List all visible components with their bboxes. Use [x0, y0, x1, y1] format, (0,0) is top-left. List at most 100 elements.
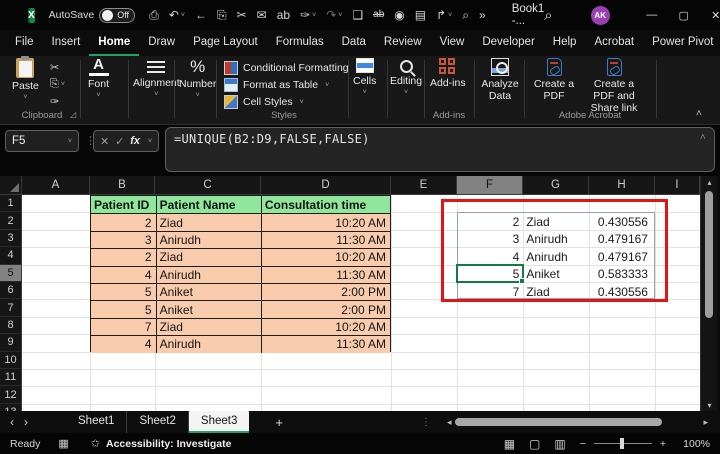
select-all-corner[interactable]	[0, 176, 22, 195]
alignment-menu-button[interactable]: Alignment ˅	[133, 58, 180, 98]
cell[interactable]: 7	[91, 318, 156, 335]
row-header-11[interactable]: 11	[0, 369, 22, 386]
zoom-slider[interactable]	[594, 438, 652, 449]
close-button[interactable]: ✕	[700, 0, 720, 30]
scroll-left-icon[interactable]: ◂	[443, 417, 456, 428]
column-header-I[interactable]: I	[655, 176, 700, 195]
editing-menu-button[interactable]: Editing ˅	[390, 58, 422, 96]
cell[interactable]: 10:20 AM	[261, 213, 390, 230]
cell[interactable]: 5	[91, 283, 156, 300]
table-row[interactable]: 2Ziad10:20 AM	[91, 248, 390, 265]
cell[interactable]: 4	[91, 266, 156, 283]
column-header-A[interactable]: A	[22, 176, 90, 195]
cell[interactable]: Ziad	[156, 213, 261, 230]
cell[interactable]: Ziad	[156, 318, 261, 335]
cell[interactable]: 11:30 AM	[261, 266, 390, 283]
splitter-grip-icon[interactable]: ⋮	[421, 417, 431, 428]
sheet-tab-sheet3[interactable]: Sheet3	[189, 411, 249, 433]
new-file-icon[interactable]: ❏	[348, 7, 367, 23]
row-header-9[interactable]: 9	[0, 334, 22, 351]
zoom-out-button[interactable]: −	[580, 438, 586, 450]
redo-icon[interactable]: ↷˅	[322, 7, 346, 23]
collapse-formula-bar-icon[interactable]: ˄	[700, 132, 706, 143]
prev-sheet-icon[interactable]: ‹	[0, 415, 24, 429]
autosave-switch[interactable]: Off	[99, 8, 135, 23]
next-sheet-icon[interactable]: ›	[24, 415, 38, 429]
row-header-5[interactable]: 5	[0, 265, 22, 282]
create-pdf-share-button[interactable]: Create a PDF and Share link	[582, 58, 646, 114]
minimize-button[interactable]: —	[636, 0, 668, 30]
find-replace-icon[interactable]: ab	[273, 7, 294, 23]
search-icon[interactable]: ⌕	[544, 7, 552, 24]
table-header-row[interactable]: Patient IDPatient NameConsultation time	[91, 196, 390, 213]
tab-review[interactable]: Review	[375, 31, 431, 56]
cell[interactable]: Patient ID	[91, 196, 156, 213]
zoom-slider-handle[interactable]	[620, 438, 624, 449]
cancel-icon[interactable]: ✕	[100, 135, 109, 148]
column-header-G[interactable]: G	[523, 176, 589, 195]
row-header-2[interactable]: 2	[0, 212, 22, 229]
column-header-D[interactable]: D	[261, 176, 391, 195]
add-ins-button[interactable]: Add-ins	[430, 58, 466, 89]
export-icon[interactable]: ↱˅	[432, 7, 456, 23]
collapse-ribbon-icon[interactable]: ˄	[696, 108, 702, 119]
paste-button[interactable]: Paste ˅	[12, 58, 39, 101]
sheet-tab-sheet2[interactable]: Sheet2	[127, 411, 188, 433]
cell[interactable]: Aniket	[156, 300, 261, 317]
cut-icon[interactable]: ✂	[233, 7, 251, 23]
table-row[interactable]: 5Aniket2:00 PM	[91, 283, 390, 300]
more-commands-icon[interactable]: »	[475, 7, 490, 23]
table-row[interactable]: 4Anirudh11:30 AM	[91, 266, 390, 283]
cells-menu-button[interactable]: Cells ˅	[353, 58, 376, 96]
tab-draw[interactable]: Draw	[139, 31, 184, 56]
row-header-8[interactable]: 8	[0, 317, 22, 334]
copy-button[interactable]: ⎘˅	[50, 78, 65, 91]
scroll-down-icon[interactable]: ▾	[701, 401, 718, 410]
tab-developer[interactable]: Developer	[473, 31, 543, 56]
row-header-7[interactable]: 7	[0, 299, 22, 316]
cell[interactable]: Anirudh	[156, 231, 261, 248]
number-menu-button[interactable]: % Number ˅	[179, 58, 216, 99]
format-as-table-button[interactable]: Format as Table ˅	[224, 78, 360, 92]
cell[interactable]: Anirudh	[156, 335, 261, 352]
font-menu-button[interactable]: A Font ˅	[88, 58, 109, 99]
row-header-3[interactable]: 3	[0, 230, 22, 247]
new-sheet-button[interactable]: +	[263, 413, 295, 432]
sheet-tab-sheet1[interactable]: Sheet1	[66, 411, 127, 433]
accessibility-status[interactable]: Accessibility: Investigate	[106, 438, 231, 450]
tab-insert[interactable]: Insert	[43, 31, 90, 56]
table-row[interactable]: 4Anirudh11:30 AM	[91, 335, 390, 352]
tab-acrobat[interactable]: Acrobat	[585, 31, 643, 56]
tab-help[interactable]: Help	[544, 31, 586, 56]
table-row[interactable]: 3Anirudh11:30 AM	[91, 231, 390, 248]
scroll-up-icon[interactable]: ▴	[701, 178, 718, 187]
page-break-view-button[interactable]: ▥	[554, 437, 565, 451]
enter-icon[interactable]: ✓	[115, 135, 124, 148]
row-header-13[interactable]: 13	[0, 404, 22, 411]
table-row[interactable]: 2Ziad10:20 AM	[91, 213, 390, 230]
row-header-12[interactable]: 12	[0, 386, 22, 403]
tab-file[interactable]: File	[6, 31, 43, 56]
cell[interactable]: 2:00 PM	[261, 283, 390, 300]
format-painter-button[interactable]: ✑	[50, 95, 65, 108]
patient-table[interactable]: Patient IDPatient NameConsultation time2…	[90, 195, 391, 352]
column-header-H[interactable]: H	[589, 176, 655, 195]
avatar[interactable]: AK	[591, 6, 610, 25]
tab-formulas[interactable]: Formulas	[267, 31, 333, 56]
vertical-scroll-thumb[interactable]	[705, 191, 713, 318]
cell[interactable]: 11:30 AM	[261, 335, 390, 352]
cell[interactable]: 10:20 AM	[261, 248, 390, 265]
cell[interactable]: 10:20 AM	[261, 318, 390, 335]
tab-home[interactable]: Home	[89, 31, 139, 56]
page-layout-view-button[interactable]: ▢	[529, 437, 540, 451]
insert-function-icon[interactable]: fx	[130, 135, 140, 147]
row-header-6[interactable]: 6	[0, 282, 22, 299]
horizontal-scroll-thumb[interactable]	[455, 418, 662, 426]
view-certificate-icon[interactable]: ▤	[411, 7, 430, 23]
dialog-launcher-icon[interactable]: ◿	[70, 110, 76, 119]
column-header-F[interactable]: F	[457, 176, 523, 195]
row-header-10[interactable]: 10	[0, 352, 22, 369]
cell[interactable]: 3	[91, 231, 156, 248]
cell[interactable]: 2	[91, 248, 156, 265]
cell[interactable]: Patient Name	[156, 196, 261, 213]
